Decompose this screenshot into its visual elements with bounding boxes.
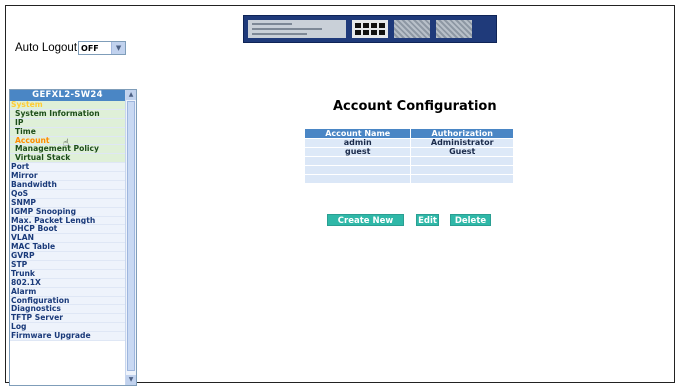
authorization-cell: Guest bbox=[410, 147, 514, 157]
sidebar-item-dhcp-boot[interactable]: DHCP Boot bbox=[10, 225, 125, 235]
sidebar-item-time[interactable]: Time bbox=[10, 127, 125, 137]
sidebar-item-mac-table[interactable]: MAC Table bbox=[10, 243, 125, 253]
sidebar-item-log[interactable]: Log bbox=[10, 323, 125, 333]
sidebar-scrollbar[interactable]: ▲ ▼ bbox=[125, 90, 136, 385]
sidebar-item-system-information[interactable]: System Information bbox=[10, 109, 125, 119]
sidebar-item-port[interactable]: Port bbox=[10, 163, 125, 173]
sidebar-item-qos[interactable]: QoS bbox=[10, 189, 125, 199]
empty-table-row bbox=[303, 156, 514, 166]
create-new-button[interactable]: Create New bbox=[327, 214, 404, 226]
sidebar-nav: System System Information IP Time Account Man… bbox=[10, 101, 125, 342]
sidebar-item-802-1x[interactable]: 802.1X bbox=[10, 278, 125, 288]
sidebar-item-system[interactable]: System bbox=[10, 101, 125, 110]
sidebar-item-trunk[interactable]: Trunk bbox=[10, 269, 125, 279]
column-header-account-name: Account Name bbox=[303, 128, 412, 139]
empty-table-row bbox=[303, 165, 514, 175]
sidebar-item-vlan[interactable]: VLAN bbox=[10, 234, 125, 244]
sidebar-item-firmware-upgrade[interactable]: Firmware Upgrade bbox=[10, 332, 125, 342]
empty-table-row bbox=[303, 174, 514, 184]
sidebar-item-configuration[interactable]: Configuration bbox=[10, 296, 125, 306]
scroll-thumb[interactable] bbox=[127, 101, 135, 371]
edit-button[interactable]: Edit bbox=[416, 214, 439, 226]
account-table: Account Name Authorization admin Adminis… bbox=[303, 128, 514, 184]
switch-panel-left bbox=[248, 20, 346, 38]
delete-button[interactable]: Delete bbox=[450, 214, 491, 226]
switch-module-1 bbox=[394, 20, 430, 38]
switch-ports bbox=[352, 20, 388, 38]
sidebar-item-snmp[interactable]: SNMP bbox=[10, 198, 125, 208]
sidebar-item-mirror[interactable]: Mirror bbox=[10, 172, 125, 182]
sidebar-item-max-packet-length[interactable]: Max. Packet Length bbox=[10, 216, 125, 226]
sidebar-item-ip[interactable]: IP bbox=[10, 118, 125, 128]
sidebar-item-alarm[interactable]: Alarm bbox=[10, 287, 125, 297]
table-row[interactable]: guest Guest bbox=[303, 147, 514, 157]
account-name-cell: guest bbox=[303, 147, 412, 157]
page-title: Account Configuration bbox=[333, 99, 497, 114]
sidebar-item-diagnostics[interactable]: Diagnostics bbox=[10, 305, 125, 315]
sidebar-item-stp[interactable]: STP bbox=[10, 261, 125, 270]
sidebar-item-bandwidth[interactable]: Bandwidth bbox=[10, 181, 125, 190]
switch-module-2 bbox=[436, 20, 472, 38]
chevron-down-icon[interactable]: ▼ bbox=[111, 42, 126, 54]
sidebar: GEFXL2-SW24 System System Information IP Ti… bbox=[9, 89, 137, 386]
sidebar-item-gvrp[interactable]: GVRP bbox=[10, 252, 125, 262]
sidebar-header: GEFXL2-SW24 bbox=[10, 90, 125, 101]
scroll-up-icon[interactable]: ▲ bbox=[126, 90, 136, 100]
sidebar-item-igmp-snooping[interactable]: IGMP Snooping bbox=[10, 207, 125, 217]
sidebar-item-tftp-server[interactable]: TFTP Server bbox=[10, 314, 125, 324]
column-header-authorization: Authorization bbox=[410, 128, 514, 139]
auto-logout-select[interactable]: OFF ▼ bbox=[78, 41, 127, 55]
scroll-down-icon[interactable]: ▼ bbox=[126, 375, 136, 385]
auto-logout-label: Auto Logout bbox=[15, 42, 78, 54]
switch-front-panel-image bbox=[243, 15, 497, 43]
auto-logout-value: OFF bbox=[81, 43, 99, 53]
hand-cursor-icon: ☝ bbox=[63, 138, 70, 149]
table-row[interactable]: admin Administrator bbox=[303, 138, 514, 148]
auto-logout-control: Auto Logout OFF ▼ bbox=[15, 41, 127, 55]
sidebar-item-virtual-stack[interactable]: Virtual Stack bbox=[10, 154, 125, 164]
